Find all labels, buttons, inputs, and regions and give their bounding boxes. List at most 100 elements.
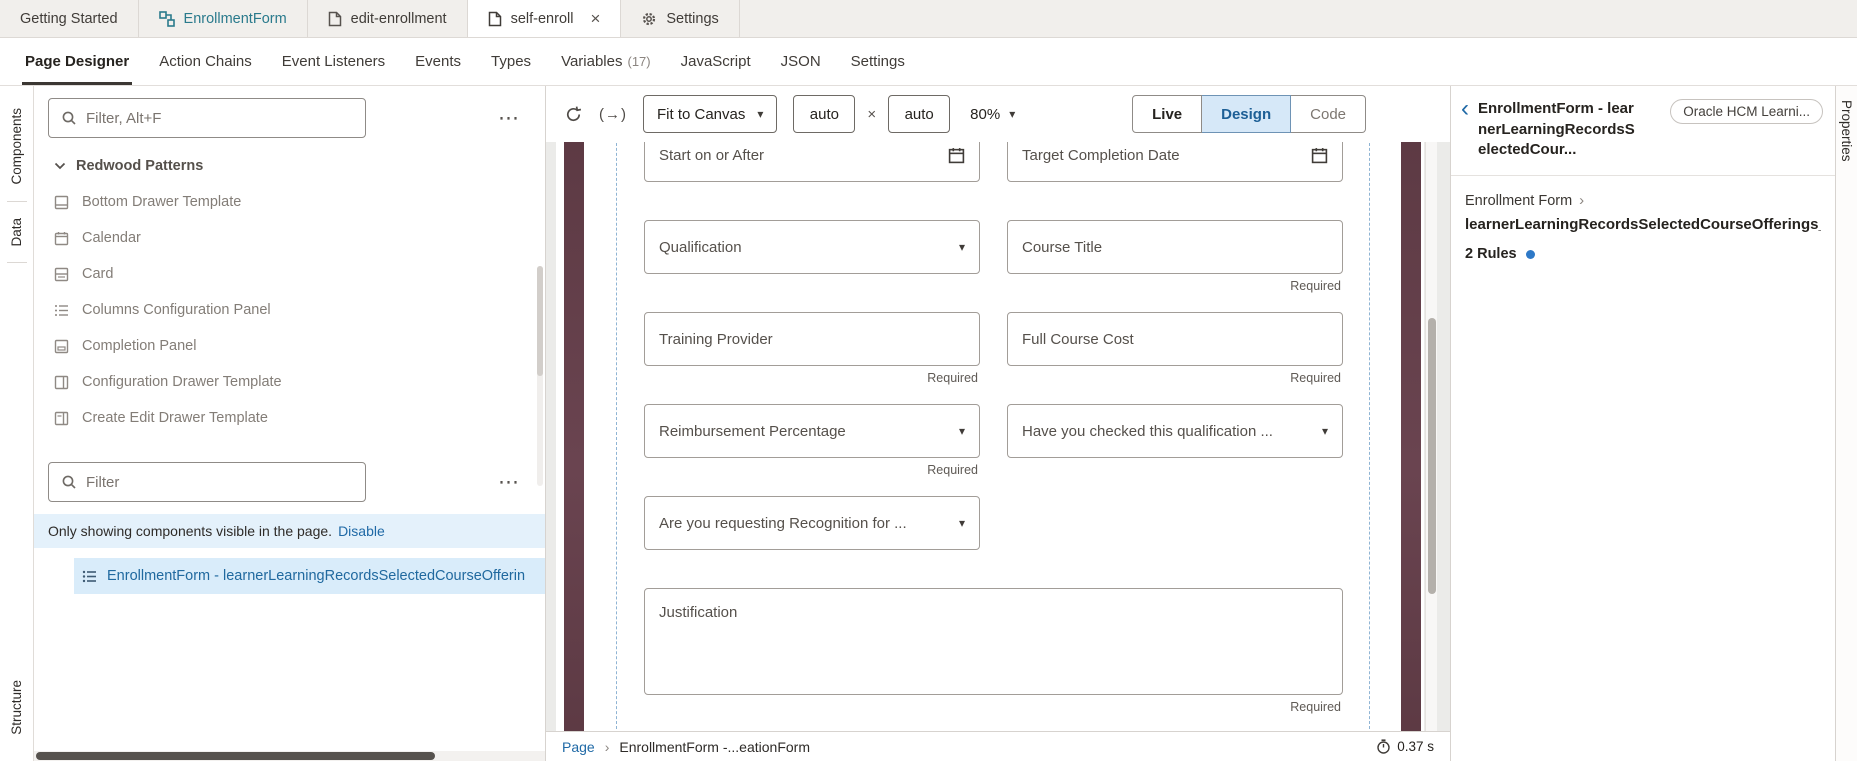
overflow-menu-icon[interactable]: ⋯: [482, 106, 537, 131]
overflow-menu-icon[interactable]: ⋯: [482, 470, 537, 495]
nav-event-listeners[interactable]: Event Listeners: [267, 38, 400, 85]
component-create-edit-drawer-template[interactable]: Create Edit Drawer Template: [34, 400, 545, 436]
rail-tab-structure[interactable]: Structure: [9, 664, 24, 751]
nav-label: JSON: [780, 53, 821, 70]
nav-label: Settings: [850, 53, 905, 70]
properties-panel: ‹ EnrollmentForm - learnerLearningRecord…: [1450, 86, 1835, 761]
config-drawer-icon: [54, 375, 69, 390]
refresh-icon[interactable]: [564, 105, 583, 124]
tree-item-enrollmentform[interactable]: EnrollmentForm - learnerLearningRecordsS…: [74, 558, 545, 594]
component-card[interactable]: Card: [34, 256, 545, 292]
tab-label: edit-enrollment: [350, 10, 447, 27]
canvas-width-input[interactable]: [793, 95, 856, 133]
tab-self-enroll[interactable]: self-enroll ×: [467, 0, 622, 37]
object-breadcrumb[interactable]: Enrollment Form ›: [1465, 192, 1821, 209]
page-search-box[interactable]: [48, 462, 366, 502]
breakpoint-icon[interactable]: (→): [599, 106, 627, 123]
nav-javascript[interactable]: JavaScript: [666, 38, 766, 85]
visibility-notice: Only showing components visible in the p…: [34, 514, 545, 548]
nav-page-designer[interactable]: Page Designer: [10, 38, 144, 85]
page-filter-input[interactable]: [86, 473, 353, 491]
nav-action-chains[interactable]: Action Chains: [144, 38, 267, 85]
field-full-course-cost[interactable]: Full Course Cost: [1007, 312, 1343, 366]
canvas-scrollbar-thumb[interactable]: [1428, 318, 1436, 594]
panel-hscrollbar-thumb[interactable]: [36, 752, 435, 760]
notice-text: Only showing components visible in the p…: [48, 523, 333, 539]
rules-link[interactable]: 2 Rules: [1465, 246, 1821, 262]
calendar-icon: [948, 147, 965, 164]
component-columns-configuration-panel[interactable]: Columns Configuration Panel: [34, 292, 545, 328]
field-training-provider[interactable]: Training Provider: [644, 312, 980, 366]
field-qualification[interactable]: Qualification ▾: [644, 220, 980, 274]
section-redwood-patterns[interactable]: Redwood Patterns: [34, 146, 545, 180]
panel-hscrollbar-track: [34, 751, 545, 761]
timer-value: 0.37 s: [1397, 739, 1434, 754]
tab-edit-enrollment[interactable]: edit-enrollment: [308, 0, 468, 37]
nav-variables[interactable]: Variables (17): [546, 38, 666, 85]
gear-icon: [641, 11, 657, 27]
canvas-height-input[interactable]: [888, 95, 951, 133]
nav-json[interactable]: JSON: [766, 38, 836, 85]
selected-component-title: EnrollmentForm - learnerLearningRecordsS…: [1478, 100, 1635, 159]
page-side-band-right: [1401, 142, 1421, 731]
search-icon: [61, 474, 77, 490]
component-completion-panel[interactable]: Completion Panel: [34, 328, 545, 364]
form-cell: Start on or After: [644, 142, 980, 182]
form-cell-empty: [1007, 496, 1343, 550]
field-label: Have you checked this qualification ...: [1022, 422, 1273, 440]
chevron-down-icon: ▾: [1009, 107, 1016, 121]
components-panel: ⋯ Redwood Patterns Bottom Drawer Templat…: [34, 86, 546, 761]
form-cell: Full Course Cost Required: [1007, 312, 1343, 385]
field-label: Training Provider: [659, 330, 773, 348]
properties-card: Enrollment Form › learnerLearningRecords…: [1451, 176, 1835, 278]
required-label: Required: [1290, 700, 1341, 714]
field-start-on-or-after[interactable]: Start on or After: [644, 142, 980, 182]
component-calendar[interactable]: Calendar: [34, 220, 545, 256]
live-mode-button[interactable]: Live: [1132, 95, 1203, 133]
rail-tab-data[interactable]: Data: [9, 202, 24, 263]
tab-label: EnrollmentForm: [183, 10, 287, 27]
form-grid: Start on or After Target Completion Date: [644, 142, 1343, 731]
tab-settings[interactable]: Settings: [621, 0, 740, 37]
breadcrumb-current-item[interactable]: EnrollmentForm -...eationForm: [619, 739, 810, 755]
component-list: Bottom Drawer Template Calendar Card Col…: [34, 180, 545, 450]
field-have-you-checked-qualification[interactable]: Have you checked this qualification ... …: [1007, 404, 1343, 458]
component-bottom-drawer-template[interactable]: Bottom Drawer Template: [34, 184, 545, 220]
back-chevron-icon[interactable]: ‹: [1459, 97, 1471, 121]
components-scrollbar-thumb[interactable]: [537, 266, 543, 376]
field-justification[interactable]: Justification: [644, 588, 1343, 695]
tab-enrollmentform[interactable]: EnrollmentForm: [139, 0, 308, 37]
disable-link[interactable]: Disable: [338, 523, 385, 539]
nav-events[interactable]: Events: [400, 38, 476, 85]
field-target-completion-date[interactable]: Target Completion Date: [1007, 142, 1343, 182]
close-icon[interactable]: ×: [590, 10, 600, 27]
breadcrumb-page-link[interactable]: Page: [562, 739, 595, 755]
window-tab-bar: Getting Started EnrollmentForm edit-enro…: [0, 0, 1857, 38]
page-icon: [488, 11, 502, 27]
design-canvas: Start on or After Target Completion Date: [546, 142, 1450, 731]
canvas-scrollbar-track: [1425, 142, 1437, 731]
required-label: Required: [1290, 371, 1341, 385]
field-course-title[interactable]: Course Title: [1007, 220, 1343, 274]
code-mode-button[interactable]: Code: [1291, 95, 1366, 133]
components-filter-input[interactable]: [86, 109, 353, 127]
design-mode-button[interactable]: Design: [1202, 95, 1292, 133]
required-label: Required: [1290, 279, 1341, 293]
field-label: Full Course Cost: [1022, 330, 1134, 348]
zoom-select[interactable]: 80% ▾: [966, 106, 1019, 123]
components-search-box[interactable]: [48, 98, 366, 138]
nav-settings[interactable]: Settings: [836, 38, 920, 85]
field-reimbursement-percentage[interactable]: Reimbursement Percentage ▾: [644, 404, 980, 458]
section-title: Redwood Patterns: [76, 158, 204, 174]
times-separator: ×: [867, 105, 877, 123]
tab-getting-started[interactable]: Getting Started: [0, 0, 139, 37]
component-configuration-drawer-template[interactable]: Configuration Drawer Template: [34, 364, 545, 400]
field-requesting-recognition[interactable]: Are you requesting Recognition for ... ▾: [644, 496, 980, 550]
nav-types[interactable]: Types: [476, 38, 546, 85]
rail-tab-components[interactable]: Components: [9, 92, 24, 201]
component-label: Completion Panel: [82, 338, 197, 354]
rail-tab-properties[interactable]: Properties: [1839, 100, 1854, 761]
breadcrumb-separator: ›: [604, 738, 610, 755]
canvas-size-select[interactable]: Fit to Canvas ▾: [643, 95, 778, 133]
component-label: Columns Configuration Panel: [82, 302, 271, 318]
